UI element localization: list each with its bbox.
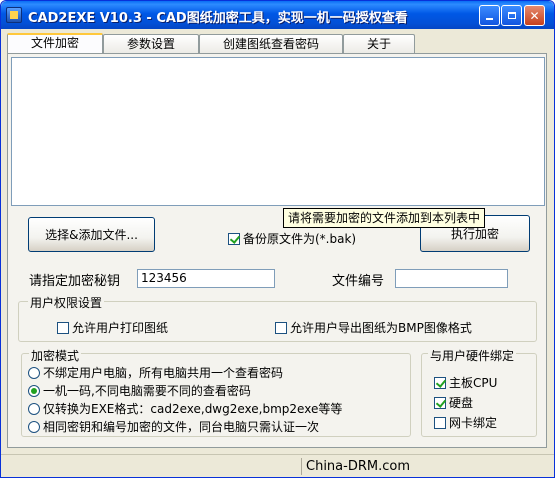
- mode-label-shared: 不绑定用户电脑，所有电脑共用一个查看密码: [43, 366, 284, 380]
- file-list[interactable]: [11, 57, 545, 206]
- mode-option-single-auth[interactable]: 相同密钥和编号加密的文件，同台电脑只需认证一次: [28, 418, 319, 435]
- secret-key-label: 请指定加密秘钥: [29, 274, 121, 289]
- mode-label-per-machine: 一机一码,不同电脑需要不同的查看密码: [43, 384, 251, 398]
- mode-radio-per-machine[interactable]: [28, 384, 40, 397]
- maximize-button[interactable]: [501, 5, 522, 26]
- minimize-icon: [486, 18, 493, 20]
- tab-about[interactable]: 关于: [343, 34, 415, 53]
- window-title: CAD2EXE V10.3 - CAD图纸加密工具，实现一机一码授权查看: [28, 11, 408, 26]
- mode-option-shared[interactable]: 不绑定用户电脑，所有电脑共用一个查看密码: [28, 364, 283, 381]
- allow-print-option[interactable]: 允许用户打印图纸: [57, 319, 168, 336]
- close-button[interactable]: ✕: [524, 5, 545, 26]
- status-separator: [301, 458, 302, 475]
- backup-checkbox[interactable]: [228, 232, 240, 245]
- allow-export-option[interactable]: 允许用户导出图纸为BMP图像格式: [275, 319, 472, 336]
- status-bar: China-DRM.com: [1, 454, 554, 477]
- tab-create-password[interactable]: 创建图纸查看密码: [199, 34, 343, 53]
- bind-disk-label: 硬盘: [449, 396, 474, 410]
- mode-radio-single-auth[interactable]: [28, 420, 40, 433]
- tab-parameters[interactable]: 参数设置: [103, 34, 199, 53]
- allow-print-checkbox[interactable]: [57, 321, 69, 334]
- allow-export-checkbox[interactable]: [275, 321, 287, 334]
- bind-nic-label: 网卡绑定: [449, 416, 498, 430]
- mode-title: 加密模式: [29, 347, 82, 364]
- app-icon[interactable]: [6, 7, 22, 23]
- tab-file-encrypt[interactable]: 文件加密: [7, 33, 103, 54]
- minimize-button[interactable]: [479, 5, 500, 26]
- bind-nic-checkbox[interactable]: [434, 416, 446, 429]
- bind-cpu-label: 主板CPU: [449, 376, 498, 390]
- bind-disk-option[interactable]: 硬盘: [434, 394, 473, 411]
- backup-option[interactable]: 备份原文件为(*.bak): [228, 230, 356, 247]
- mode-label-single-auth: 相同密钥和编号加密的文件，同台电脑只需认证一次: [43, 420, 320, 434]
- file-list-tooltip: 请将需要加密的文件添加到本列表中: [283, 208, 486, 228]
- close-icon: ✕: [529, 8, 540, 23]
- file-number-label: 文件编号: [332, 274, 385, 289]
- mode-label-exe-only: 仅转换为EXE格式：cad2exe,dwg2exe,bmp2exe等等: [43, 402, 343, 416]
- allow-export-label: 允许用户导出图纸为BMP图像格式: [290, 321, 472, 335]
- permissions-title: 用户权限设置: [28, 294, 105, 311]
- mode-radio-shared[interactable]: [28, 366, 40, 379]
- status-text: China-DRM.com: [306, 459, 410, 474]
- backup-label: 备份原文件为(*.bak): [243, 232, 357, 246]
- mode-radio-exe-only[interactable]: [28, 402, 40, 415]
- hardware-title: 与用户硬件绑定: [428, 347, 517, 364]
- title-bar[interactable]: CAD2EXE V10.3 - CAD图纸加密工具，实现一机一码授权查看 ✕: [1, 1, 554, 29]
- bind-cpu-option[interactable]: 主板CPU: [434, 374, 497, 391]
- allow-print-label: 允许用户打印图纸: [72, 321, 169, 335]
- secret-key-input[interactable]: 123456: [137, 269, 275, 288]
- mode-option-exe-only[interactable]: 仅转换为EXE格式：cad2exe,dwg2exe,bmp2exe等等: [28, 400, 342, 417]
- main-window: CAD2EXE V10.3 - CAD图纸加密工具，实现一机一码授权查看 ✕ 文…: [0, 0, 555, 478]
- bind-disk-checkbox[interactable]: [434, 396, 446, 409]
- bind-cpu-checkbox[interactable]: [434, 376, 446, 389]
- bind-nic-option[interactable]: 网卡绑定: [434, 414, 497, 431]
- maximize-icon: [507, 12, 516, 19]
- add-files-button[interactable]: 选择&添加文件...: [28, 217, 155, 252]
- mode-option-per-machine[interactable]: 一机一码,不同电脑需要不同的查看密码: [28, 382, 251, 399]
- file-number-input[interactable]: [395, 269, 508, 288]
